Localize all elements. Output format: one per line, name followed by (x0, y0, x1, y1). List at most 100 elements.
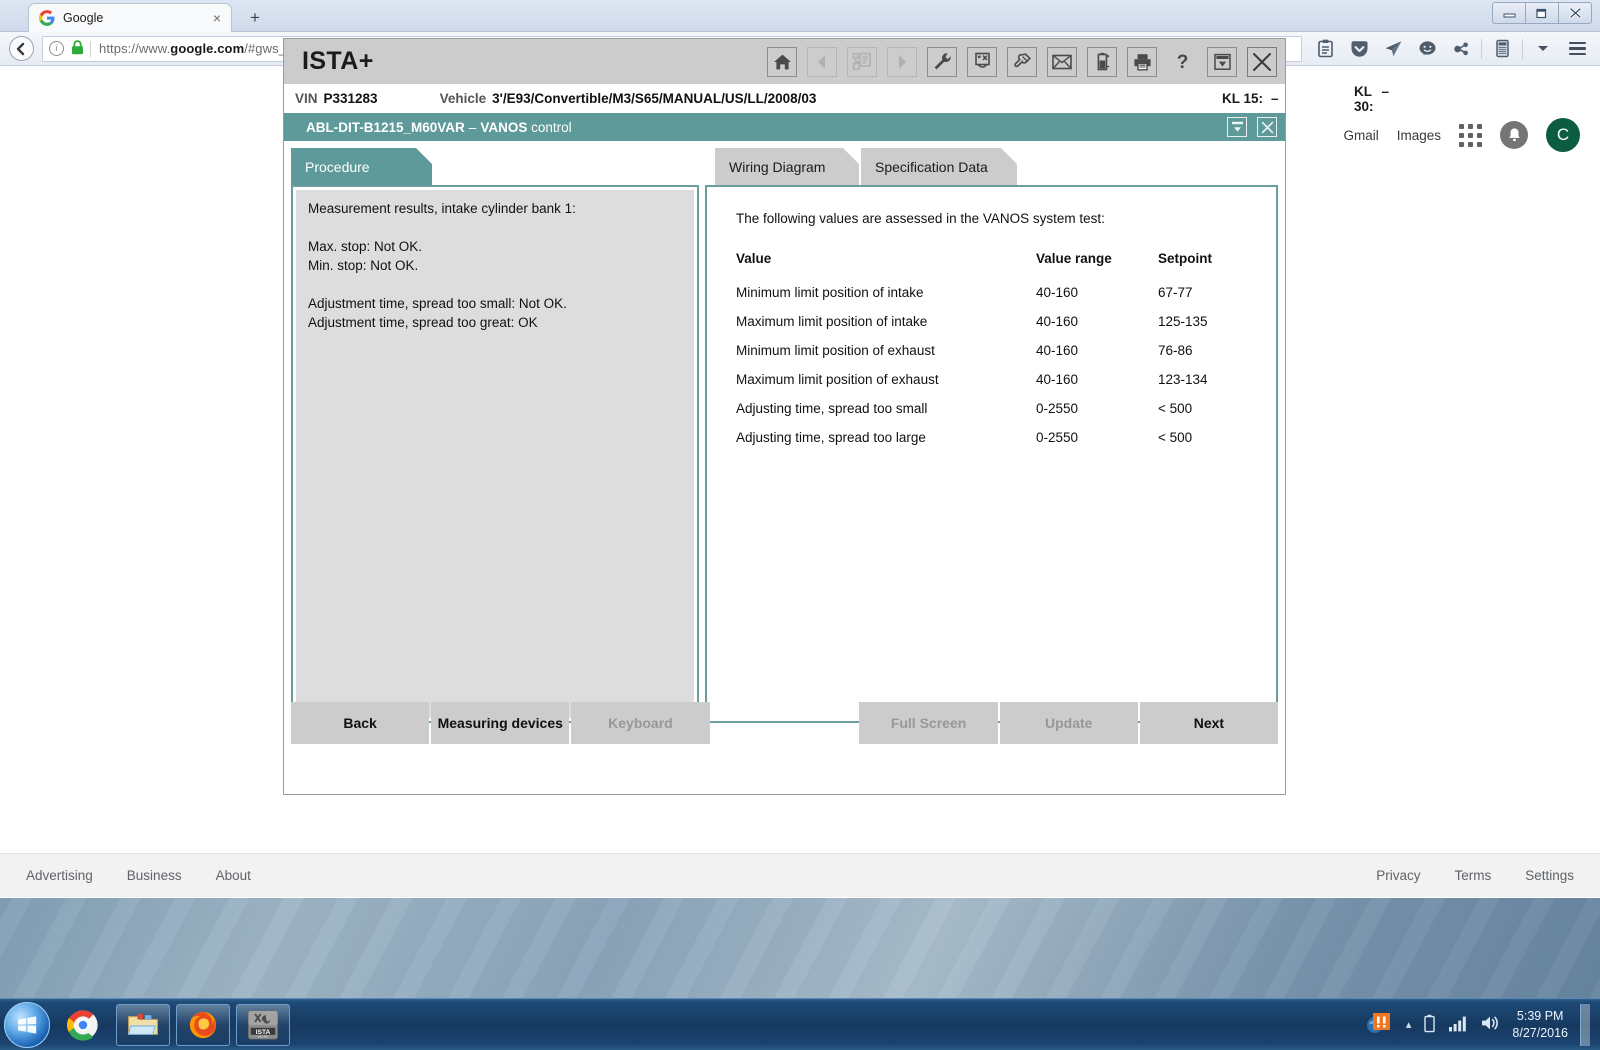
system-tray: ▴ 5:39 PM 8/27/2016 (1364, 1003, 1600, 1046)
chevron-down-icon[interactable] (1526, 35, 1560, 63)
vin-label: VIN (295, 91, 318, 106)
window-minimize-button[interactable] (1492, 2, 1526, 24)
images-link[interactable]: Images (1397, 128, 1441, 143)
tab-wiring-diagram[interactable]: Wiring Diagram (715, 148, 859, 185)
footer-link-business[interactable]: Business (127, 868, 182, 883)
browser-back-button[interactable] (6, 35, 36, 63)
taskbar-file-explorer-icon[interactable] (116, 1003, 170, 1046)
cell-value: Adjusting time, spread too large (736, 430, 926, 445)
forward-arrow-icon (887, 46, 917, 77)
footer-link-privacy[interactable]: Privacy (1376, 868, 1420, 883)
gmail-link[interactable]: Gmail (1343, 128, 1378, 143)
url-scheme: https://www. (99, 41, 171, 56)
ista-button-row: Back Measuring devices Keyboard Full Scr… (291, 702, 1278, 744)
taskbar-clock[interactable]: 5:39 PM 8/27/2016 (1512, 1008, 1568, 1042)
column-header-value-range: Value range (1036, 251, 1112, 266)
ista-panes: Measurement results, intake cylinder ban… (284, 185, 1285, 730)
procedure-line: Adjustment time, spread too great: OK (308, 315, 538, 330)
action-center-warning-icon[interactable] (1364, 1010, 1394, 1039)
clipboard-icon[interactable] (1308, 35, 1342, 63)
measuring-devices-button[interactable]: Measuring devices (431, 702, 570, 744)
windows-start-orb[interactable] (4, 1001, 50, 1048)
table-row: Minimum limit position of intake 40-160 … (736, 278, 1256, 307)
tab-procedure[interactable]: Procedure (291, 148, 432, 185)
close-window-icon[interactable] (1257, 117, 1277, 137)
full-screen-button: Full Screen (859, 702, 998, 744)
save-to-device-icon[interactable] (1485, 35, 1519, 63)
cell-range: 0-2550 (1036, 401, 1079, 416)
kl30-value: – (1381, 83, 1390, 99)
show-hidden-icons-button[interactable]: ▴ (1406, 1018, 1412, 1031)
taskbar-chrome-icon[interactable] (56, 1004, 110, 1046)
browser-tab-title: Google (63, 11, 104, 25)
procedure-line: Max. stop: Not OK. (308, 239, 423, 254)
apps-grid-icon[interactable] (1459, 123, 1482, 147)
device-smiley-icon[interactable] (967, 46, 997, 77)
send-tab-icon[interactable] (1376, 35, 1410, 63)
hamburger-menu-icon[interactable] (1560, 35, 1594, 63)
help-question-icon[interactable]: ? (1167, 46, 1197, 77)
battery-icon[interactable] (1087, 46, 1117, 77)
cell-setpoint: < 500 (1158, 430, 1193, 445)
cell-range: 0-2550 (1036, 430, 1079, 445)
chat-icon[interactable] (1410, 35, 1444, 63)
kl15-value: – (1271, 91, 1279, 106)
module-name-rest: control (531, 119, 572, 135)
site-info-icon[interactable]: i (49, 41, 64, 56)
window-close-button[interactable] (1558, 2, 1592, 24)
footer-link-terms[interactable]: Terms (1454, 868, 1491, 883)
update-button: Update (999, 702, 1138, 744)
clock-time: 5:39 PM (1516, 1008, 1564, 1023)
spec-intro-text: The following values are assessed in the… (736, 211, 1105, 226)
browser-tab-google[interactable]: Google × (28, 3, 232, 32)
taskbar-firefox-icon[interactable] (176, 1003, 230, 1046)
browser-tab-close-icon[interactable]: × (211, 11, 223, 25)
minimize-panel-icon[interactable] (1207, 46, 1237, 77)
next-button[interactable]: Next (1139, 702, 1278, 744)
speaker-icon[interactable] (1480, 1014, 1500, 1035)
printer-icon[interactable] (1127, 46, 1157, 77)
table-row: Minimum limit position of exhaust 40-160… (736, 336, 1256, 365)
google-header-links: Gmail Images C (1343, 118, 1580, 152)
procedure-blank-line (308, 218, 682, 237)
ista-toolbar: ? (767, 46, 1285, 77)
avatar[interactable]: C (1546, 118, 1580, 152)
signal-bars-icon[interactable] (1448, 1015, 1468, 1035)
window-controls (1492, 2, 1592, 24)
molecule-icon[interactable] (1444, 35, 1478, 63)
footer-link-settings[interactable]: Settings (1525, 868, 1574, 883)
lock-icon (71, 39, 84, 58)
footer-link-advertising[interactable]: Advertising (26, 868, 93, 883)
procedure-line: Min. stop: Not OK. (308, 258, 419, 273)
ista-content-area: Procedure Wiring Diagram Specification D… (284, 141, 1285, 753)
back-button[interactable]: Back (291, 702, 430, 744)
battery-icon[interactable] (1423, 1014, 1436, 1036)
column-header-value: Value (736, 251, 772, 266)
wrench-icon[interactable] (927, 46, 957, 77)
tab-specification-data[interactable]: Specification Data (861, 148, 1017, 185)
minimize-window-icon[interactable] (1227, 117, 1247, 137)
tab-specification-data-label: Specification Data (875, 158, 988, 175)
kl30-indicator: KL 30: – (1354, 84, 1389, 114)
module-bar-buttons (1227, 117, 1277, 137)
vehicle-value: 3'/E93/Convertible/M3/S65/MANUAL/US/LL/2… (492, 91, 817, 106)
table-header-row: Value Value range Setpoint (736, 251, 1256, 278)
specification-table: Value Value range Setpoint Minimum limit… (736, 251, 1256, 452)
taskbar-ista-icon[interactable]: ISTA HU-R1 (236, 1003, 290, 1046)
pocket-icon[interactable] (1342, 35, 1376, 63)
new-tab-button[interactable]: + (242, 8, 268, 28)
close-icon[interactable] (1247, 46, 1277, 77)
ista-title-bar: ISTA+ ? (284, 39, 1285, 84)
show-desktop-button[interactable] (1580, 1003, 1590, 1046)
notification-bell-icon[interactable] (1500, 121, 1528, 149)
mail-icon[interactable] (1047, 46, 1077, 77)
url-separator (90, 40, 91, 57)
window-restore-button[interactable] (1525, 2, 1559, 24)
cell-setpoint: < 500 (1158, 401, 1193, 416)
home-icon[interactable] (767, 46, 797, 77)
toolbar-separator-2 (1522, 38, 1523, 59)
footer-link-about[interactable]: About (216, 868, 251, 883)
procedure-line: Measurement results, intake cylinder ban… (308, 201, 576, 216)
cell-setpoint: 125-135 (1158, 314, 1208, 329)
plug-icon[interactable] (1007, 46, 1037, 77)
